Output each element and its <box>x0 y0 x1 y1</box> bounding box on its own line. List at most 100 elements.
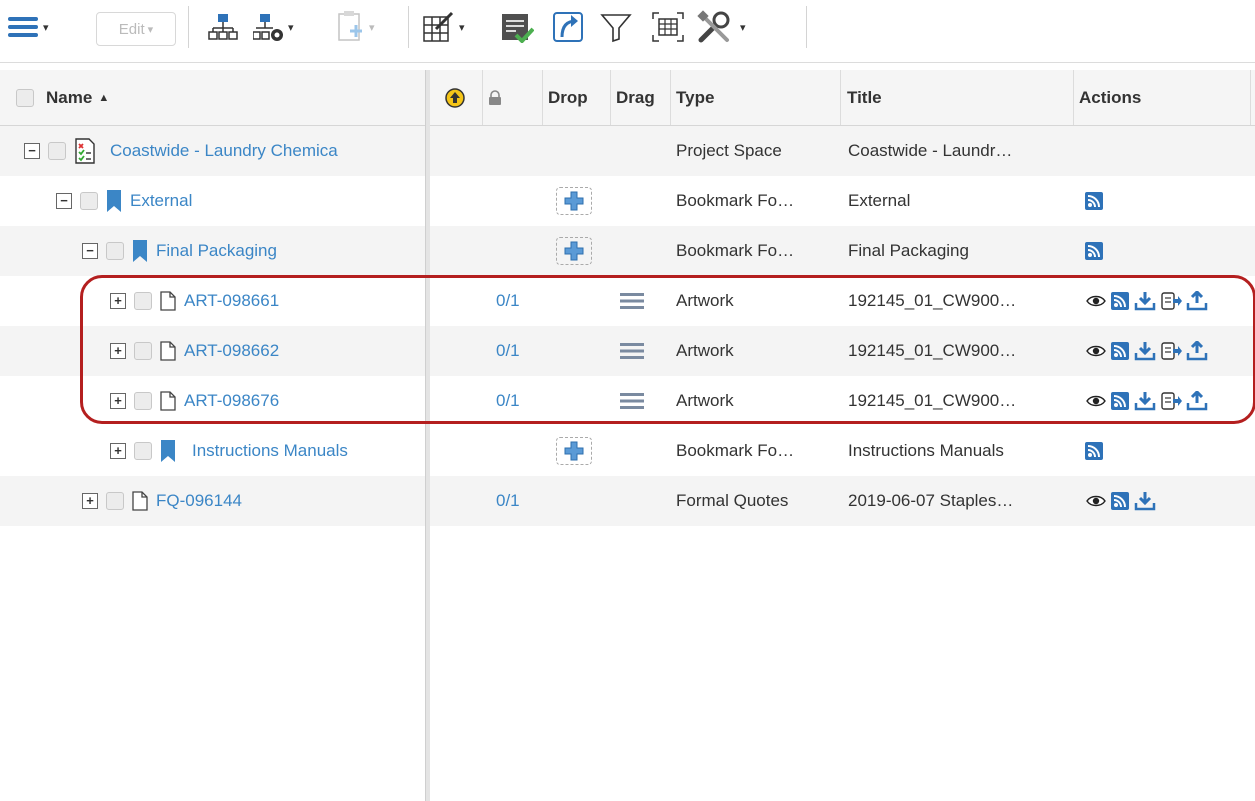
edit-table-button[interactable]: ▾ <box>422 8 465 46</box>
expand-icon[interactable]: + <box>110 443 126 459</box>
grid-layout-icon <box>652 12 684 42</box>
column-type-header[interactable]: Type <box>670 70 840 125</box>
filter-button[interactable] <box>600 8 632 46</box>
row-name-link[interactable]: External <box>130 191 192 211</box>
row-name-link[interactable]: Instructions Manuals <box>192 441 348 461</box>
row-name-link[interactable]: Final Packaging <box>156 241 277 261</box>
expand-icon[interactable]: + <box>110 393 126 409</box>
rss-icon[interactable] <box>1110 291 1130 311</box>
grid-layout-button[interactable] <box>651 8 685 46</box>
column-title-header[interactable]: Title <box>841 70 1073 125</box>
row-name-link[interactable]: ART-098661 <box>184 291 279 311</box>
row-checkbox[interactable] <box>106 492 124 510</box>
column-drop-header[interactable]: Drop <box>542 70 610 125</box>
collapse-icon[interactable]: − <box>24 143 40 159</box>
checkin-file-icon[interactable] <box>1160 341 1182 361</box>
edit-label: Edit <box>118 20 145 38</box>
column-name-label: Name <box>46 87 93 107</box>
table-row[interactable]: − Final Packaging Bookmark Fo… Final Pac… <box>0 226 1255 276</box>
hamburger-menu-icon <box>8 17 38 37</box>
structure-config-icon <box>253 14 283 41</box>
table-row[interactable]: − External Bookmark Fo… External <box>0 176 1255 226</box>
collapse-icon[interactable]: − <box>82 243 98 259</box>
row-state-link[interactable]: 0/1 <box>496 376 520 426</box>
view-eye-icon[interactable] <box>1086 344 1106 358</box>
row-checkbox[interactable] <box>134 292 152 310</box>
table-row[interactable]: + FQ-096144 0/1 Formal Quotes 2019-06-07… <box>0 476 1255 526</box>
download-icon[interactable] <box>1134 291 1156 311</box>
upload-icon[interactable] <box>1186 391 1208 411</box>
rss-icon[interactable] <box>1110 491 1130 511</box>
row-state-link[interactable]: 0/1 <box>496 326 520 376</box>
open-button[interactable] <box>552 8 584 46</box>
checkin-file-icon[interactable] <box>1160 291 1182 311</box>
column-name-header[interactable]: Name ▲ <box>10 70 420 125</box>
drop-target[interactable] <box>556 226 592 276</box>
rss-icon[interactable] <box>1110 341 1130 361</box>
row-actions <box>1084 176 1104 226</box>
rss-icon[interactable] <box>1084 441 1104 461</box>
download-icon[interactable] <box>1134 341 1156 361</box>
view-eye-icon[interactable] <box>1086 394 1106 408</box>
add-plus-icon <box>564 191 584 211</box>
edit-menu-button[interactable]: Edit ▾ <box>96 12 176 46</box>
row-state-link[interactable]: 0/1 <box>496 276 520 326</box>
checkin-file-icon[interactable] <box>1160 391 1182 411</box>
row-name-link[interactable]: FQ-096144 <box>156 491 242 511</box>
view-eye-icon[interactable] <box>1086 294 1106 308</box>
lock-icon <box>489 89 501 105</box>
row-checkbox[interactable] <box>48 142 66 160</box>
approve-list-button[interactable] <box>500 8 534 46</box>
upload-icon[interactable] <box>1186 291 1208 311</box>
tools-button[interactable]: ▾ <box>697 8 746 46</box>
rss-icon[interactable] <box>1084 191 1104 211</box>
view-eye-icon[interactable] <box>1086 494 1106 508</box>
row-checkbox[interactable] <box>106 242 124 260</box>
row-checkbox[interactable] <box>134 392 152 410</box>
table-row[interactable]: + ART-098662 0/1 Artwork 192145_01_CW900… <box>0 326 1255 376</box>
drag-handle[interactable] <box>620 276 644 326</box>
download-icon[interactable] <box>1134 391 1156 411</box>
row-checkbox[interactable] <box>80 192 98 210</box>
drag-handle[interactable] <box>620 326 644 376</box>
column-drag-header[interactable]: Drag <box>610 70 672 125</box>
bookmark-icon <box>161 440 175 462</box>
row-name-link[interactable]: ART-098676 <box>184 391 279 411</box>
column-lock-header[interactable] <box>482 70 522 125</box>
table-row[interactable]: − Coastwide - Laundry Chemica Project Sp… <box>0 126 1255 176</box>
rss-icon[interactable] <box>1110 391 1130 411</box>
structure-button[interactable] <box>208 8 238 46</box>
toolbar: ▾ Edit ▾ ▾ ▾ ▾ ▾ <box>0 0 1255 63</box>
row-name-link[interactable]: ART-098662 <box>184 341 279 361</box>
table-row[interactable]: + ART-098661 0/1 Artwork 192145_01_CW900… <box>0 276 1255 326</box>
open-arrow-icon <box>553 12 583 42</box>
menu-button[interactable]: ▾ <box>6 8 49 46</box>
structure-config-button[interactable]: ▾ <box>253 8 294 46</box>
row-checkbox[interactable] <box>134 442 152 460</box>
tree-node: − Final Packaging <box>82 226 277 276</box>
expand-icon[interactable]: + <box>110 293 126 309</box>
expand-icon[interactable]: + <box>110 343 126 359</box>
column-state-header[interactable] <box>438 70 480 125</box>
download-icon[interactable] <box>1134 491 1156 511</box>
tree-node: + FQ-096144 <box>82 476 242 526</box>
table-row[interactable]: + Instructions Manuals Bookmark Fo… Inst… <box>0 426 1255 476</box>
rss-icon[interactable] <box>1084 241 1104 261</box>
drop-target[interactable] <box>556 176 592 226</box>
tree-node: + ART-098662 <box>110 326 279 376</box>
row-state-link[interactable]: 0/1 <box>496 476 520 526</box>
row-name-link[interactable]: Coastwide - Laundry Chemica <box>110 141 338 161</box>
expand-icon[interactable]: + <box>82 493 98 509</box>
row-type: Artwork <box>676 341 734 360</box>
add-document-button[interactable]: ▾ <box>336 8 375 46</box>
collapse-icon[interactable]: − <box>56 193 72 209</box>
column-actions-header[interactable]: Actions <box>1073 70 1255 125</box>
row-title: External <box>848 191 911 210</box>
table-row[interactable]: + ART-098676 0/1 Artwork 192145_01_CW900… <box>0 376 1255 426</box>
drop-target[interactable] <box>556 426 592 476</box>
upload-icon[interactable] <box>1186 341 1208 361</box>
row-checkbox[interactable] <box>134 342 152 360</box>
select-all-checkbox[interactable] <box>16 88 34 107</box>
pane-splitter[interactable] <box>425 70 430 801</box>
drag-handle[interactable] <box>620 376 644 426</box>
